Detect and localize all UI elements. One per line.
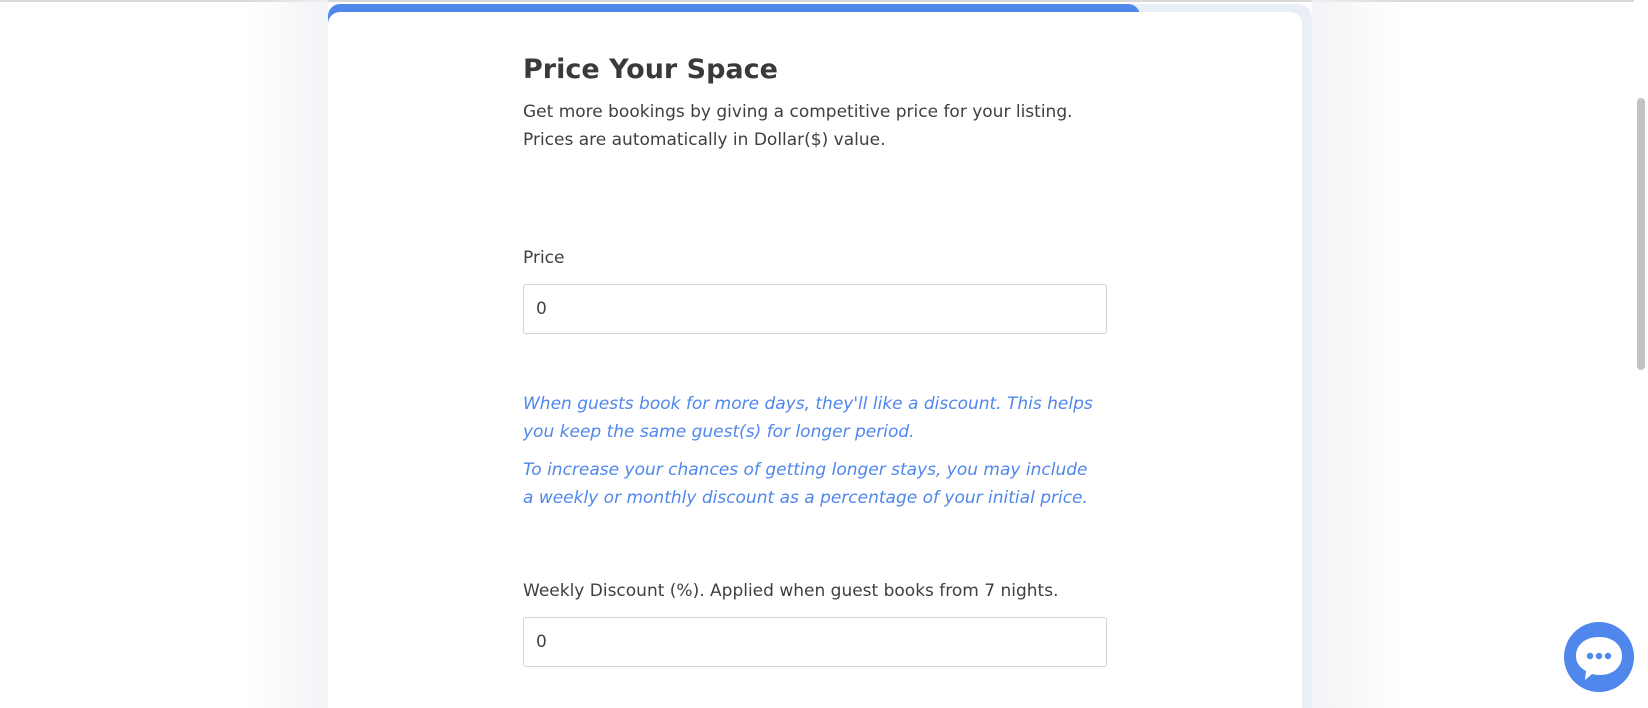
scrollbar[interactable]	[1634, 0, 1648, 708]
weekly-discount-label: Weekly Discount (%). Applied when guest …	[523, 581, 1059, 601]
page-subtitle: Get more bookings by giving a competitiv…	[523, 98, 1073, 154]
price-label: Price	[523, 248, 565, 268]
left-shadow	[245, 0, 328, 708]
scrollbar-thumb[interactable]	[1637, 98, 1645, 370]
discount-intro-hint: When guests book for more days, they'll …	[523, 390, 1123, 446]
weekly-discount-input[interactable]	[523, 617, 1107, 667]
right-shadow	[1312, 0, 1402, 708]
discount-tip-hint: To increase your chances of getting long…	[523, 456, 1123, 512]
price-input[interactable]	[523, 284, 1107, 334]
hint-line: you keep the same guest(s) for longer pe…	[523, 422, 915, 442]
subtitle-line: Get more bookings by giving a competitiv…	[523, 102, 1073, 122]
hint-line: When guests book for more days, they'll …	[523, 394, 1093, 414]
chat-button[interactable]	[1564, 622, 1634, 692]
hint-line: To increase your chances of getting long…	[523, 460, 1088, 480]
page-viewport: Price Your Space Get more bookings by gi…	[0, 0, 1648, 708]
chat-bubble-icon	[1576, 637, 1622, 680]
subtitle-line: Prices are automatically in Dollar($) va…	[523, 130, 886, 150]
hint-line: a weekly or monthly discount as a percen…	[523, 488, 1088, 508]
page-title: Price Your Space	[523, 54, 778, 85]
